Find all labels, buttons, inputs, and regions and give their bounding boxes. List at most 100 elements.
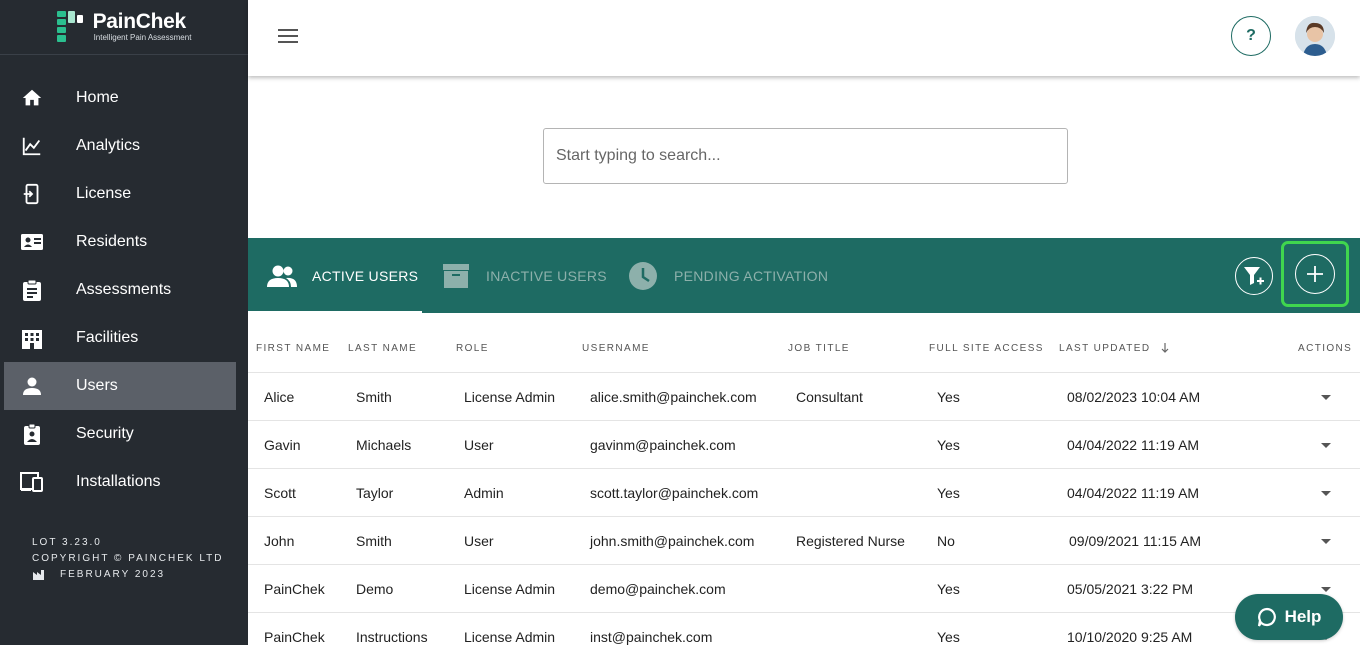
filter-add-icon: [1243, 265, 1265, 287]
cell-role: License Admin: [464, 629, 556, 645]
table-row[interactable]: Gavin Michaels User gavinm@painchek.com …: [248, 421, 1360, 469]
column-header-first-name[interactable]: FIRST NAME: [256, 343, 330, 354]
sidebar-item-label: Residents: [76, 233, 148, 250]
cell-last-name: Taylor: [356, 485, 394, 501]
sidebar: PainChek Intelligent Pain Assessment Hom…: [0, 0, 248, 645]
license-icon: [20, 182, 44, 206]
column-header-role[interactable]: ROLE: [456, 343, 489, 354]
brand-tagline: Intelligent Pain Assessment: [93, 33, 192, 42]
cell-full-site-access: Yes: [937, 629, 960, 645]
release-date-label: FEBRUARY 2023: [60, 569, 166, 580]
cell-job-title: Registered Nurse: [796, 533, 905, 549]
cell-role: Admin: [464, 485, 504, 501]
table-row[interactable]: PainChek Instructions License Admin inst…: [248, 613, 1360, 645]
cell-last-name: Smith: [356, 533, 392, 549]
cell-full-site-access: Yes: [937, 485, 960, 501]
cell-role: License Admin: [464, 581, 556, 597]
cell-last-updated: 09/09/2021 11:15 AM: [1069, 533, 1202, 549]
cell-full-site-access: No: [937, 533, 955, 549]
cell-last-updated: 04/04/2022 11:19 AM: [1067, 485, 1200, 501]
row-actions-dropdown-icon[interactable]: [1321, 491, 1331, 496]
table-row[interactable]: Scott Taylor Admin scott.taylor@painchek…: [248, 469, 1360, 517]
tab-label: INACTIVE USERS: [486, 267, 607, 284]
sidebar-item-analytics[interactable]: Analytics: [4, 122, 236, 170]
cell-username: john.smith@painchek.com: [590, 533, 755, 549]
row-actions-dropdown-icon[interactable]: [1321, 395, 1331, 400]
tab-active-users[interactable]: ACTIVE USERS: [248, 238, 422, 313]
column-header-username[interactable]: USERNAME: [582, 343, 650, 354]
painchek-logo-icon: [56, 11, 87, 43]
cell-username: gavinm@painchek.com: [590, 437, 736, 453]
user-tabs-bar: ACTIVE USERS INACTIVE USERS PENDING ACTI…: [248, 238, 1360, 313]
security-badge-icon: [20, 422, 44, 446]
column-header-last-updated[interactable]: LAST UPDATED: [1059, 343, 1150, 354]
cell-username: alice.smith@painchek.com: [590, 389, 757, 405]
logo: PainChek Intelligent Pain Assessment: [0, 0, 248, 55]
sidebar-item-label: License: [76, 185, 132, 202]
cell-job-title: Consultant: [796, 389, 863, 405]
sidebar-item-security[interactable]: Security: [4, 410, 236, 458]
help-chat-button[interactable]: Help: [1235, 594, 1343, 640]
copyright-label: COPYRIGHT © PAINCHEK LTD: [32, 553, 224, 564]
cell-last-name: Demo: [356, 581, 394, 597]
table-row[interactable]: John Smith User john.smith@painchek.com …: [248, 517, 1360, 565]
sidebar-item-assessments[interactable]: Assessments: [4, 266, 236, 314]
sort-descending-icon[interactable]: [1160, 342, 1170, 357]
help-button[interactable]: ?: [1231, 16, 1271, 56]
sidebar-item-home[interactable]: Home: [4, 74, 236, 122]
tab-inactive-users[interactable]: INACTIVE USERS: [442, 238, 607, 313]
row-actions-dropdown-icon[interactable]: [1321, 539, 1331, 544]
cell-first-name: PainChek: [264, 629, 325, 645]
tab-label: PENDING ACTIVATION: [674, 267, 829, 284]
cell-username: scott.taylor@painchek.com: [590, 485, 759, 501]
filter-button[interactable]: [1235, 257, 1273, 295]
search-input[interactable]: [543, 128, 1068, 184]
cell-username: demo@painchek.com: [590, 581, 726, 597]
cell-last-updated: 10/10/2020 9:25 AM: [1067, 629, 1193, 645]
hamburger-menu-icon[interactable]: [278, 29, 298, 43]
sidebar-item-installations[interactable]: Installations: [4, 458, 236, 506]
column-header-job-title[interactable]: JOB TITLE: [788, 343, 850, 354]
avatar[interactable]: [1295, 16, 1335, 56]
cell-last-name: Michaels: [356, 437, 412, 453]
cell-full-site-access: Yes: [937, 581, 960, 597]
chat-bubble-icon: [1257, 607, 1277, 627]
cell-first-name: PainChek: [264, 581, 325, 597]
user-icon: [20, 374, 44, 398]
sidebar-item-residents[interactable]: Residents: [4, 218, 236, 266]
row-actions-dropdown-icon[interactable]: [1321, 587, 1331, 592]
table-row[interactable]: Alice Smith License Admin alice.smith@pa…: [248, 373, 1360, 421]
cell-first-name: Alice: [264, 389, 295, 405]
cell-last-updated: 08/02/2023 10:04 AM: [1067, 389, 1201, 405]
clock-icon: [628, 261, 658, 291]
users-table: FIRST NAME LAST NAME ROLE USERNAME JOB T…: [248, 313, 1360, 645]
sidebar-item-facilities[interactable]: Facilities: [4, 314, 236, 362]
cell-last-name: Smith: [356, 389, 392, 405]
sidebar-item-license[interactable]: License: [4, 170, 236, 218]
help-chat-label: Help: [1284, 607, 1322, 626]
sidebar-item-label: Facilities: [76, 329, 139, 346]
add-user-button[interactable]: [1281, 241, 1349, 307]
cell-last-name: Instructions: [356, 629, 428, 645]
cell-role: License Admin: [464, 389, 556, 405]
row-actions-dropdown-icon[interactable]: [1321, 443, 1331, 448]
archive-box-icon: [442, 263, 470, 289]
version-info: LOT 3.23.0 COPYRIGHT © PAINCHEK LTD FEBR…: [32, 535, 224, 583]
tab-pending-activation[interactable]: PENDING ACTIVATION: [628, 238, 828, 313]
brand-name: PainChek: [92, 10, 187, 33]
cell-full-site-access: Yes: [937, 437, 960, 453]
sidebar-item-label: Security: [76, 425, 134, 442]
table-row[interactable]: PainChek Demo License Admin demo@painche…: [248, 565, 1360, 613]
sidebar-item-users[interactable]: Users: [4, 362, 236, 410]
sidebar-item-label: Assessments: [76, 281, 172, 298]
assessments-icon: [20, 278, 44, 302]
sidebar-item-label: Analytics: [76, 137, 141, 154]
cell-username: inst@painchek.com: [590, 629, 713, 645]
sidebar-item-label: Home: [76, 89, 119, 106]
version-label: LOT 3.23.0: [32, 537, 102, 548]
column-header-last-name[interactable]: LAST NAME: [348, 343, 417, 354]
residents-icon: [20, 230, 44, 254]
cell-last-updated: 04/04/2022 11:19 AM: [1067, 437, 1200, 453]
column-header-full-site-access[interactable]: FULL SITE ACCESS: [929, 343, 1044, 354]
cell-last-updated: 05/05/2021 3:22 PM: [1067, 581, 1194, 597]
